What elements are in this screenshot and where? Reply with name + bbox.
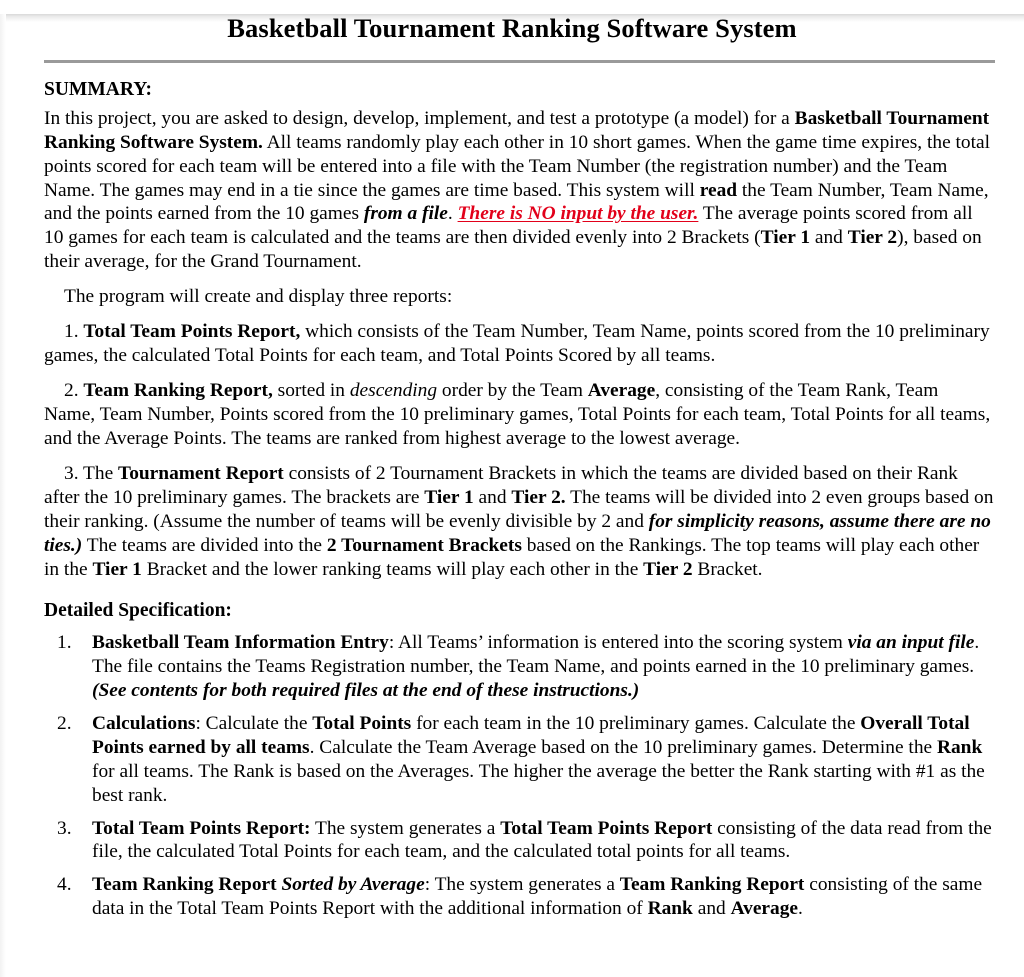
report3-seg6: Bracket and the lower ranking teams will… bbox=[141, 558, 644, 580]
summary-p1-seg6: and bbox=[810, 227, 848, 249]
document-body: SUMMARY: In this project, you are asked … bbox=[0, 78, 1024, 922]
spec-item-1-bolditalic1: via an input file bbox=[847, 631, 975, 653]
spec-item-2-seg1: : Calculate the bbox=[195, 712, 313, 734]
spec-item-4-seg1: : The system generates a bbox=[424, 874, 620, 896]
summary-p1-bold2: read bbox=[699, 179, 738, 201]
report3-bold6: Tier 2 bbox=[643, 558, 693, 580]
report2-bold2: Average bbox=[587, 380, 656, 402]
report3-seg7: Bracket. bbox=[692, 558, 763, 580]
spec-item-2-bold1: Calculations bbox=[92, 712, 196, 734]
summary-p1-bold3: Tier 1 bbox=[760, 227, 811, 249]
spec-item-1-seg1: : All Teams’ information is entered into… bbox=[388, 631, 848, 653]
report1-bold1: Total Team Points Report, bbox=[83, 321, 301, 343]
spec-item-4: 4. Team Ranking Report Sorted by Average:… bbox=[44, 873, 994, 921]
spec-item-2: 2. Calculations: Calculate the Total Poin… bbox=[44, 712, 994, 808]
report-item-2: 2. Team Ranking Report, sorted in descen… bbox=[44, 379, 994, 451]
spec-item-4-bold1: Team Ranking Report bbox=[92, 874, 277, 896]
report2-italic1: descending bbox=[349, 380, 438, 402]
spec-item-2-bold2: Total Points bbox=[312, 712, 412, 734]
summary-p1-bold4: Tier 2 bbox=[847, 227, 898, 249]
page-title: Basketball Tournament Ranking Software S… bbox=[227, 13, 797, 43]
report3-bold1: Tournament Report bbox=[118, 463, 284, 485]
spec-item-4-bold4: Average bbox=[730, 898, 799, 920]
report3-number: 3. bbox=[64, 463, 84, 485]
report3-seg0: The bbox=[83, 463, 119, 485]
report3-bold3: Tier 2. bbox=[511, 487, 566, 509]
report3-bold2: Tier 1 bbox=[424, 487, 474, 509]
document-page: Basketball Tournament Ranking Software S… bbox=[0, 13, 1024, 922]
summary-p1-seg1: In this project, you are asked to design… bbox=[44, 107, 795, 129]
report2-seg2: order by the Team bbox=[437, 380, 588, 402]
spec-item-2-number: 2. bbox=[57, 712, 72, 734]
detailed-specification-heading: Detailed Specification: bbox=[44, 599, 232, 621]
spec-item-3-seg1: The system generates a bbox=[310, 817, 501, 839]
spec-item-2-bold4: Rank bbox=[936, 736, 983, 758]
report2-bold1: Team Ranking Report, bbox=[83, 380, 273, 402]
report-item-3: 3. The Tournament Report consists of 2 T… bbox=[44, 462, 994, 582]
spec-item-4-seg3: and bbox=[692, 898, 731, 920]
spec-item-3-bold1: Total Team Points Report: bbox=[92, 817, 311, 839]
spec-item-4-seg4: . bbox=[798, 898, 803, 920]
three-reports-intro: The program will create and display thre… bbox=[64, 286, 453, 308]
spec-item-1-number: 1. bbox=[57, 631, 72, 653]
spec-list: 1. Basketball Team Information Entry: All… bbox=[44, 631, 994, 921]
no-user-input-warning: There is NO input by the user. bbox=[457, 203, 699, 225]
summary-p1-seg4: . bbox=[447, 203, 458, 225]
spec-item-2-seg4: for all teams. The Rank is based on the … bbox=[92, 760, 985, 806]
spec-item-3-bold2: Total Team Points Report bbox=[500, 817, 713, 839]
spec-item-4-bolditalic1: Sorted by Average bbox=[276, 874, 425, 896]
summary-p1-bolditalic1: from a file bbox=[363, 203, 448, 225]
report1-number: 1. bbox=[64, 321, 84, 343]
spec-item-1-bold1: Basketball Team Information Entry bbox=[92, 631, 389, 653]
spec-item-1-bolditalic2: (See contents for both required files at… bbox=[92, 679, 640, 701]
spec-item-4-bold3: Rank bbox=[647, 898, 693, 920]
spec-item-1: 1. Basketball Team Information Entry: All… bbox=[44, 631, 994, 703]
report3-seg4: The teams are divided into the bbox=[82, 534, 327, 556]
report2-number: 2. bbox=[64, 380, 84, 402]
summary-heading: SUMMARY: bbox=[44, 78, 153, 100]
spec-item-3-number: 3. bbox=[57, 817, 72, 839]
report-item-1: 1. Total Team Points Report, which consi… bbox=[44, 320, 994, 368]
spec-item-2-seg3: . Calculate the Team Average based on th… bbox=[309, 736, 937, 758]
report2-seg1: sorted in bbox=[272, 380, 350, 402]
report3-seg2: and bbox=[473, 487, 512, 509]
spec-item-2-seg2: for each team in the 10 preliminary game… bbox=[411, 712, 861, 734]
report3-bold5: Tier 1 bbox=[92, 558, 142, 580]
spec-item-3: 3. Total Team Points Report: The system g… bbox=[44, 817, 994, 865]
spec-item-4-number: 4. bbox=[57, 874, 72, 896]
report3-bold4: 2 Tournament Brackets bbox=[326, 534, 522, 556]
summary-paragraph-1: In this project, you are asked to design… bbox=[44, 107, 994, 275]
spec-item-4-bold2: Team Ranking Report bbox=[619, 874, 805, 896]
header-divider bbox=[44, 59, 995, 63]
